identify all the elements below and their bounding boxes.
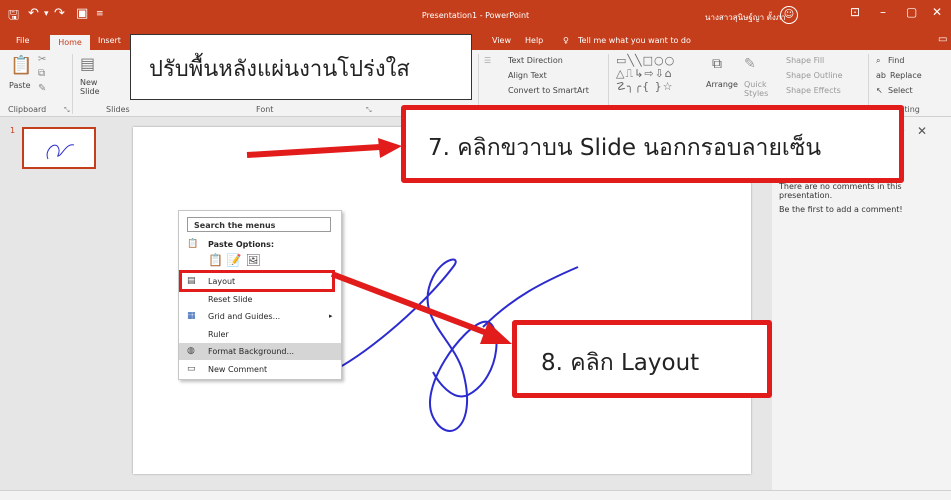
new-comment-icon: ▭ bbox=[187, 364, 196, 374]
submenu-arrow-icon: ▸ bbox=[329, 312, 333, 320]
group-slides: Slides bbox=[106, 105, 130, 114]
lightbulb-icon: ♀ bbox=[563, 36, 569, 45]
minimize-icon[interactable]: – bbox=[880, 5, 886, 19]
menu-item-ruler[interactable]: Ruler bbox=[179, 326, 341, 343]
quick-styles-icon[interactable]: ✎ bbox=[744, 56, 756, 72]
menu-item-grid-guides[interactable]: ▦ Grid and Guides... ▸ bbox=[179, 308, 341, 325]
arrange-icon[interactable]: ⧉ bbox=[712, 56, 722, 72]
tell-me-box[interactable]: Tell me what you want to do bbox=[578, 36, 691, 45]
clipboard-launcher-icon[interactable]: ⤡ bbox=[64, 106, 70, 115]
copy-icon[interactable]: ⧉ bbox=[38, 68, 45, 79]
context-menu: Search the menus 📋 Paste Options: 📋 📝 🖼 … bbox=[178, 210, 342, 380]
format-background-icon: ◍ bbox=[187, 346, 195, 356]
group-font: Font bbox=[256, 105, 274, 114]
window-title: Presentation1 - PowerPoint bbox=[421, 11, 530, 20]
annotation-step8: 8. คลิก Layout bbox=[541, 350, 700, 376]
user-name: นางสาวสุนิษฐ์ญา ตั้งภา bbox=[705, 13, 786, 22]
new-slide-label[interactable]: New Slide bbox=[80, 78, 100, 96]
annotation-step7-box: 7. คลิกขวาบน Slide นอกกรอบลายเซ็น bbox=[401, 105, 904, 183]
annotation-step7: 7. คลิกขวาบน Slide นอกกรอบลายเซ็น bbox=[428, 135, 822, 161]
grid-icon: ▦ bbox=[187, 311, 196, 321]
close-icon[interactable]: ✕ bbox=[932, 5, 942, 19]
shape-effects-button[interactable]: Shape Effects bbox=[786, 86, 841, 95]
tab-file[interactable]: File bbox=[16, 36, 29, 45]
tab-help[interactable]: Help bbox=[525, 36, 543, 45]
no-comments-text: There are no comments in this presentati… bbox=[779, 182, 902, 200]
paste-icon[interactable]: 📋 bbox=[10, 55, 32, 76]
title-bar: 🖫 ↶ ▾ ↷ ▣ ≡ Presentation1 - PowerPoint น… bbox=[0, 0, 951, 32]
replace-icon: ab bbox=[876, 71, 886, 80]
avatar-icon[interactable]: ☺ bbox=[780, 6, 798, 24]
close-pane-icon[interactable]: ✕ bbox=[917, 124, 927, 138]
text-direction-button[interactable]: Text Direction bbox=[508, 56, 563, 65]
font-launcher-icon[interactable]: ⤡ bbox=[366, 106, 372, 115]
paste-label[interactable]: Paste bbox=[9, 81, 31, 90]
paste-option-icons[interactable]: 📋 📝 🖼 bbox=[208, 253, 261, 267]
slide-thumbnail[interactable] bbox=[22, 127, 96, 169]
align-text-button[interactable]: Align Text bbox=[508, 71, 547, 80]
select-icon: ↖ bbox=[876, 86, 883, 95]
paste-icon: 📋 bbox=[187, 239, 199, 249]
group-clipboard: Clipboard bbox=[8, 105, 47, 114]
shape-outline-button[interactable]: Shape Outline bbox=[786, 71, 843, 80]
menu-item-reset-slide[interactable]: Reset Slide bbox=[179, 291, 341, 308]
convert-smartart-button[interactable]: Convert to SmartArt bbox=[508, 86, 589, 95]
layout-highlight-box bbox=[179, 270, 335, 292]
arrange-button[interactable]: Arrange bbox=[706, 80, 738, 89]
thumbnail-signature bbox=[46, 144, 75, 160]
shapes-gallery-icon[interactable]: ▭╲╲□○○ △⎍↳⇨⇩⌂ ☡╮╭{ }☆ bbox=[616, 54, 706, 93]
menu-item-new-comment[interactable]: ▭ New Comment bbox=[179, 361, 341, 378]
new-slide-icon[interactable]: ▤ bbox=[80, 54, 95, 73]
tab-home[interactable]: Home bbox=[50, 35, 90, 50]
divider bbox=[72, 54, 73, 114]
replace-button[interactable]: Replace bbox=[890, 71, 922, 80]
menu-item-format-background[interactable]: ◍ Format Background... bbox=[179, 343, 341, 360]
comment-icon[interactable]: ▭ bbox=[938, 34, 947, 45]
tab-insert[interactable]: Insert bbox=[98, 36, 121, 45]
annotation-step8-box: 8. คลิก Layout bbox=[512, 320, 772, 398]
add-comment-prompt: Be the first to add a comment! bbox=[779, 205, 903, 214]
tab-view[interactable]: View bbox=[492, 36, 511, 45]
shape-fill-button[interactable]: Shape Fill bbox=[786, 56, 824, 65]
search-menus-input[interactable]: Search the menus bbox=[187, 217, 331, 232]
find-button[interactable]: Find bbox=[888, 56, 904, 65]
cut-icon[interactable]: ✂ bbox=[38, 54, 46, 65]
search-icon: ⌕ bbox=[876, 56, 881, 65]
paste-options-header: 📋 Paste Options: bbox=[187, 239, 275, 249]
maximize-icon[interactable]: ▢ bbox=[906, 5, 917, 19]
quick-styles-button[interactable]: Quick Styles bbox=[744, 80, 768, 98]
ribbon-display-icon[interactable]: ⊡ bbox=[850, 5, 860, 19]
format-painter-icon[interactable]: ✎ bbox=[38, 83, 46, 94]
thumbnail-pane bbox=[0, 117, 115, 490]
bullets-icon[interactable]: ☰ bbox=[484, 56, 491, 65]
annotation-heading: ปรับพื้นหลังแผ่นงานโปร่งใส bbox=[149, 57, 410, 82]
slide-number: 1 bbox=[10, 126, 16, 135]
select-button[interactable]: Select bbox=[888, 86, 913, 95]
annotation-heading-box: ปรับพื้นหลังแผ่นงานโปร่งใส bbox=[130, 34, 472, 100]
